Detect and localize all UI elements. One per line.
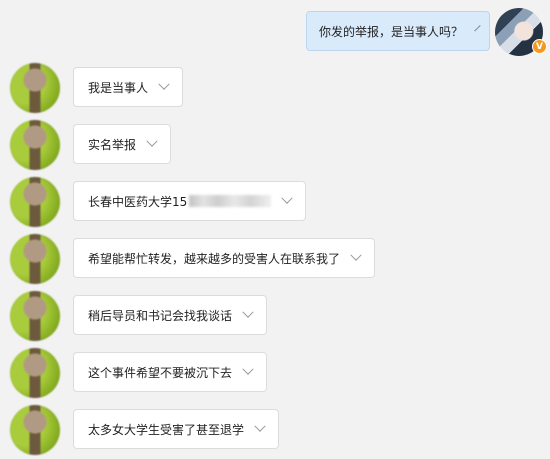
incoming-message-bubble[interactable]: 太多女大学生受害了甚至退学: [73, 409, 280, 449]
message-text: 长春中医药大学15: [88, 194, 188, 209]
message-text: 这个事件希望不要被沉下去: [88, 365, 233, 380]
message-text: 稍后导员和书记会找我谈话: [88, 308, 233, 323]
outgoing-message-bubble[interactable]: 你发的举报，是当事人吗？: [306, 11, 490, 51]
incoming-message-bubble[interactable]: 这个事件希望不要被沉下去: [73, 352, 268, 392]
incoming-message-bubble[interactable]: 希望能帮忙转发，越来越多的受害人在联系我了: [73, 238, 376, 278]
contact-avatar[interactable]: [10, 291, 60, 341]
verified-badge-icon: V: [532, 39, 547, 54]
chevron-down-icon[interactable]: [242, 363, 254, 375]
message-text: 我是当事人: [88, 80, 149, 95]
message-text: 太多女大学生受害了甚至退学: [88, 422, 245, 437]
contact-avatar[interactable]: [10, 120, 60, 170]
redacted-phone-number: [189, 195, 272, 207]
incoming-message-bubble[interactable]: 我是当事人: [73, 67, 184, 107]
outgoing-message-text: 你发的举报，是当事人吗？: [319, 24, 464, 39]
chevron-down-icon[interactable]: [242, 306, 254, 318]
chevron-down-icon[interactable]: [350, 249, 362, 261]
chevron-down-icon[interactable]: [158, 78, 170, 90]
chevron-down-icon[interactable]: [254, 420, 266, 432]
contact-avatar[interactable]: [10, 405, 60, 455]
contact-avatar[interactable]: [10, 348, 60, 398]
contact-avatar[interactable]: [10, 63, 60, 113]
chevron-down-icon[interactable]: [146, 135, 158, 147]
chevron-down-icon[interactable]: [474, 24, 481, 32]
incoming-message-bubble[interactable]: 长春中医药大学15: [73, 181, 307, 221]
contact-avatar[interactable]: [10, 177, 60, 227]
message-text: 实名举报: [88, 137, 137, 152]
contact-avatar[interactable]: [10, 234, 60, 284]
incoming-message-bubble[interactable]: 稍后导员和书记会找我谈话: [73, 295, 268, 335]
message-text: 希望能帮忙转发，越来越多的受害人在联系我了: [88, 251, 341, 266]
chevron-down-icon[interactable]: [281, 192, 293, 204]
incoming-message-bubble[interactable]: 实名举报: [73, 124, 172, 164]
